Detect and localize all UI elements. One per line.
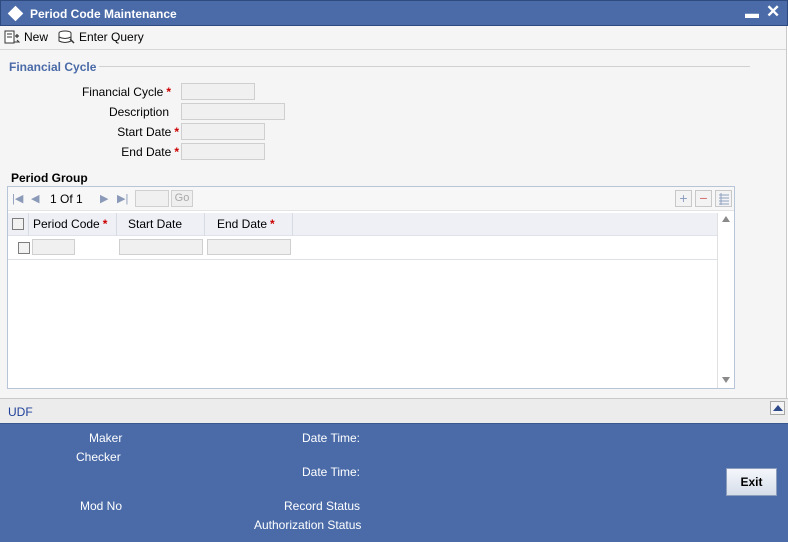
row-select-checkbox[interactable] [18, 242, 30, 254]
authorization-status-label: Authorization Status [254, 518, 362, 532]
end-date-column-header[interactable]: End Date * [205, 213, 293, 236]
start-date-column-header[interactable]: Start Date [117, 213, 205, 236]
description-input[interactable] [181, 103, 285, 120]
period-code-cell-input[interactable] [32, 239, 75, 255]
toolbar-divider [0, 49, 788, 50]
required-marker: * [166, 85, 171, 99]
period-group-title: Period Group [11, 171, 88, 185]
end-date-header-label: End Date [217, 217, 268, 231]
new-button-label: New [24, 30, 49, 44]
financial-cycle-input[interactable] [181, 83, 255, 100]
collapse-up-icon[interactable] [770, 401, 785, 415]
record-status-label: Record Status [284, 499, 361, 513]
period-group-grid: |◀ ◀ 1 Of 1 ▶ ▶| Go + − Period Code * Sta… [7, 186, 735, 389]
page-indicator: 1 Of 1 [50, 192, 83, 206]
enter-query-button[interactable]: Enter Query [58, 28, 144, 46]
select-all-column [8, 213, 29, 236]
financial-cycle-label-text: Financial Cycle [81, 85, 164, 99]
query-database-icon [58, 30, 75, 44]
add-row-button[interactable]: + [675, 190, 692, 207]
exit-button[interactable]: Exit [726, 468, 777, 496]
new-record-icon [4, 30, 20, 44]
total-pages: 1 [76, 192, 83, 206]
required-marker: * [270, 217, 275, 231]
maker-label: Maker [89, 431, 123, 445]
grid-vertical-scrollbar[interactable] [717, 213, 734, 388]
minus-icon: − [699, 190, 708, 206]
udf-bar: UDF [0, 398, 788, 423]
next-page-icon[interactable]: ▶ [100, 192, 108, 205]
start-date-label: Start Date * [19, 125, 179, 139]
scroll-up-icon[interactable] [722, 216, 730, 222]
enter-query-label: Enter Query [79, 30, 144, 44]
of-label: Of [60, 192, 73, 206]
description-label-text: Description [108, 105, 169, 119]
start-date-input[interactable] [181, 123, 265, 140]
window-title-bar: Period Code Maintenance ▬ ✕ [0, 0, 788, 26]
grid-navigation-bar: |◀ ◀ 1 Of 1 ▶ ▶| Go + − [8, 187, 734, 211]
end-date-cell-input[interactable] [207, 239, 291, 255]
single-view-button[interactable] [715, 190, 732, 207]
go-button[interactable]: Go [171, 190, 193, 207]
grid-header-row: Period Code * Start Date End Date * [8, 213, 717, 236]
period-code-header-label: Period Code [33, 217, 100, 231]
current-page: 1 [50, 192, 57, 206]
window-title: Period Code Maintenance [30, 7, 177, 21]
delete-row-button[interactable]: − [695, 190, 712, 207]
toolbar: New Enter Query [0, 26, 788, 48]
audit-footer: Maker Checker Mod No Date Time: Date Tim… [0, 423, 788, 542]
section-divider [99, 66, 750, 67]
start-date-cell-input[interactable] [119, 239, 203, 255]
end-date-label: End Date * [19, 145, 179, 159]
financial-cycle-section-title: Financial Cycle [9, 60, 97, 74]
app-diamond-icon [7, 5, 24, 22]
list-icon [718, 193, 729, 205]
required-marker: * [174, 145, 179, 159]
end-date-input[interactable] [181, 143, 265, 160]
table-row [8, 236, 717, 260]
plus-icon: + [679, 190, 688, 206]
checker-date-time-label: Date Time: [302, 465, 361, 479]
start-date-header-label: Start Date [128, 217, 183, 231]
new-button[interactable]: New [4, 28, 48, 46]
end-date-label-text: End Date [121, 145, 172, 159]
checker-label: Checker [76, 450, 121, 464]
required-marker: * [102, 217, 108, 231]
maker-date-time-label: Date Time: [302, 431, 361, 445]
udf-link[interactable]: UDF [8, 405, 33, 419]
previous-page-icon[interactable]: ◀ [31, 192, 39, 205]
minimize-icon[interactable]: ▬ [745, 5, 759, 21]
scroll-down-icon[interactable] [722, 377, 730, 383]
last-page-icon[interactable]: ▶| [117, 192, 128, 205]
close-icon[interactable]: ✕ [766, 2, 780, 22]
page-number-input[interactable] [135, 190, 169, 207]
required-marker: * [174, 125, 179, 139]
mod-no-label: Mod No [80, 499, 123, 513]
select-all-checkbox[interactable] [12, 218, 24, 230]
first-page-icon[interactable]: |◀ [12, 192, 23, 205]
description-label: Description [9, 105, 169, 119]
financial-cycle-label: Financial Cycle * [11, 85, 171, 99]
period-code-column-header[interactable]: Period Code * [29, 213, 117, 236]
start-date-label-text: Start Date [117, 125, 172, 139]
